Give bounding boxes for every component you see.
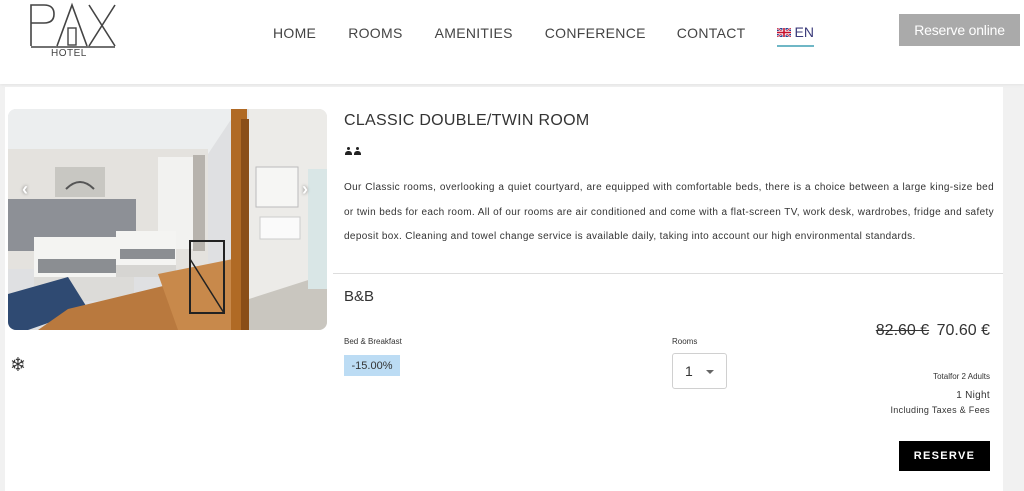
room-description: Our Classic rooms, overlooking a quiet c… [344, 182, 994, 242]
price-discounted: 70.60 € [936, 322, 990, 339]
person-icon [354, 147, 361, 155]
language-label: EN [794, 24, 814, 40]
snowflake-icon: ❄ [10, 355, 26, 376]
room-title: CLASSIC DOUBLE/TWIN ROOM [344, 112, 590, 129]
rooms-select-value: 1 [685, 363, 693, 379]
rooms-label: Rooms [672, 337, 698, 346]
reserve-button[interactable]: RESERVE [899, 441, 990, 471]
nav-contact[interactable]: CONTACT [677, 25, 746, 41]
board-label: Bed & Breakfast [344, 337, 402, 346]
reserve-online-button[interactable]: Reserve online [899, 14, 1020, 46]
room-card: ‹ › ❄ CLASSIC DOUBLE/TWIN ROOM Our Class… [5, 87, 1003, 491]
room-photo-image [8, 109, 327, 330]
discount-badge: -15.00% [344, 355, 400, 376]
nights-label: 1 Night [956, 390, 990, 401]
nav-home[interactable]: HOME [273, 25, 316, 41]
nav-rooms[interactable]: ROOMS [348, 25, 402, 41]
nav-conference[interactable]: CONFERENCE [545, 25, 646, 41]
uk-flag-icon [776, 27, 791, 37]
rooms-select[interactable]: 1 [672, 353, 727, 389]
room-photo[interactable]: ‹ › [8, 109, 327, 330]
main-nav: HOME ROOMS AMENITIES CONFERENCE CONTACT … [273, 21, 814, 47]
nav-amenities[interactable]: AMENITIES [435, 25, 513, 41]
two-persons-icon [345, 147, 361, 155]
site-header: HOTEL HOME ROOMS AMENITIES CONFERENCE CO… [0, 0, 1024, 84]
total-for-label: Totalfor 2 Adults [933, 372, 990, 381]
section-divider [333, 273, 1003, 274]
chevron-right-icon[interactable]: › [302, 179, 308, 200]
taxes-label: Including Taxes & Fees [890, 405, 990, 415]
chevron-left-icon[interactable]: ‹ [22, 179, 28, 200]
logo-subtitle: HOTEL [51, 48, 87, 59]
price: 82.60 € 70.60 € [876, 322, 990, 340]
language-selector[interactable]: EN [776, 24, 814, 47]
price-original: 82.60 € [875, 322, 930, 339]
person-icon [345, 147, 352, 155]
chevron-down-icon [706, 370, 714, 374]
rate-plan-title: B&B [344, 288, 375, 305]
